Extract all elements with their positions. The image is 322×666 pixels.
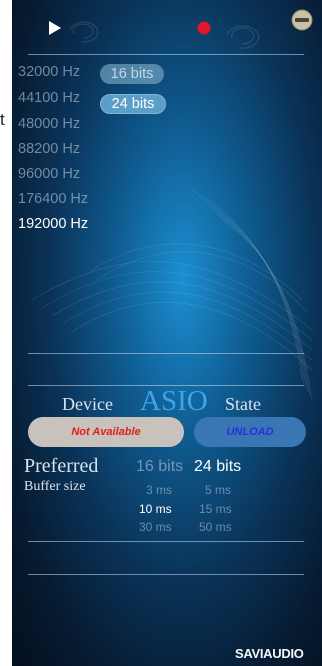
buffer-option-3ms[interactable]: 3 ms [146,483,172,497]
divider [28,54,304,55]
preferred-label: Preferred [24,455,99,477]
buffer-size-label: Buffer size [24,479,86,494]
sample-rate-88200[interactable]: 88200 Hz [18,141,80,157]
divider [28,353,304,354]
buffer-option-5ms[interactable]: 5 ms [205,483,231,497]
divider [28,574,304,575]
asio-label: ASIO [140,385,208,417]
stray-glyph: t [0,110,5,129]
buffer-option-10ms[interactable]: 10 ms [139,502,172,516]
device-label: Device [62,394,113,414]
buffer-option-50ms[interactable]: 50 ms [199,520,232,534]
unload-button[interactable]: UNLOAD [194,417,306,447]
preferred-bits-24[interactable]: 24 bits [194,458,241,476]
sample-rate-192000[interactable]: 192000 Hz [18,216,88,232]
divider [28,541,304,542]
state-label: State [225,394,261,414]
sample-rate-48000[interactable]: 48000 Hz [18,116,80,132]
brand-logo: SAVIAUDIO [235,646,304,661]
play-icon[interactable] [48,20,62,36]
sample-rate-32000[interactable]: 32000 Hz [18,64,80,80]
device-select-button[interactable]: Not Available [28,417,184,447]
minimize-icon[interactable] [291,9,313,31]
bits-16-pill[interactable]: 16 bits [100,64,164,84]
sample-rate-176400[interactable]: 176400 Hz [18,191,88,207]
buffer-option-15ms[interactable]: 15 ms [199,502,232,516]
sample-rate-44100[interactable]: 44100 Hz [18,90,80,106]
record-icon[interactable] [197,21,211,35]
sample-rate-96000[interactable]: 96000 Hz [18,166,80,182]
bits-24-pill[interactable]: 24 bits [100,94,166,114]
preferred-bits-16[interactable]: 16 bits [136,458,183,476]
audio-settings-panel: 32000 Hz 44100 Hz 48000 Hz 88200 Hz 9600… [12,0,322,666]
buffer-option-30ms[interactable]: 30 ms [139,520,172,534]
